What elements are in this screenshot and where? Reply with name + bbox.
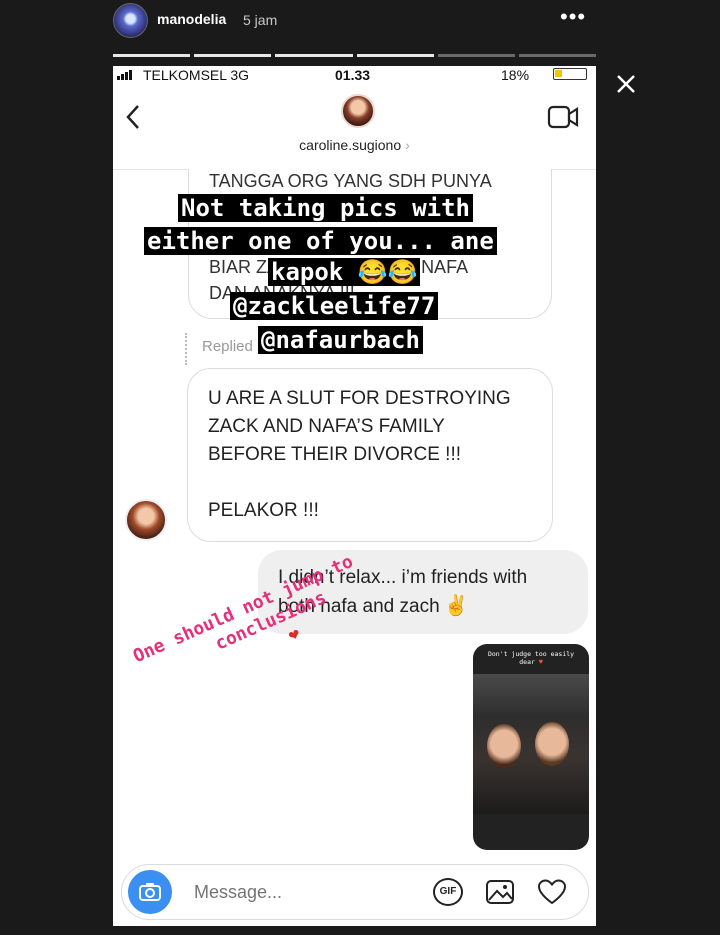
chat-avatar[interactable] (341, 94, 375, 128)
shared-story-thumbnail[interactable]: Don't judge too easily dear ♥ (473, 644, 589, 850)
reply-indicator (185, 333, 189, 365)
laughing-emoji-icon: 😂😂 (357, 258, 418, 286)
battery-icon (553, 68, 587, 80)
shared-story-photo (473, 674, 589, 814)
chat-header: caroline.sugiono › (113, 84, 596, 170)
status-bar: TELKOMSEL 3G 01.33 18% (113, 66, 596, 84)
story-progress-bar (113, 54, 597, 57)
replied-label: Replied (202, 338, 253, 355)
progress-segment (356, 54, 434, 57)
back-arrow-icon[interactable] (123, 102, 143, 132)
person-photo (535, 722, 569, 766)
camera-icon (139, 883, 161, 901)
shared-caption-text: Don't judge too easily dear (487, 650, 575, 666)
overlay-text-line: either one of you... ane (144, 227, 497, 255)
story-avatar[interactable] (113, 3, 148, 38)
progress-segment (518, 54, 597, 57)
heart-icon[interactable] (537, 878, 567, 906)
message-line (208, 469, 532, 497)
message-line: PELAKOR !!! (208, 500, 319, 521)
message-line: BEFORE THEIR DIVORCE !!! (208, 444, 462, 465)
overlay-text-line: Not taking pics with (178, 194, 473, 222)
carrier-label: TELKOMSEL 3G (143, 67, 250, 83)
more-dots-icon[interactable]: ••• (560, 6, 586, 32)
overlay-text: kapok (271, 258, 344, 286)
chevron-right-icon: › (405, 137, 410, 153)
message-line: ZACK AND NAFA’S FAMILY (208, 416, 445, 437)
person-photo (487, 724, 521, 768)
overlay-text-line: kapok 😂😂 (268, 258, 421, 286)
message-composer: GIF (121, 864, 589, 920)
close-icon[interactable] (612, 70, 640, 98)
status-time: 01.33 (335, 67, 371, 83)
story-header: manodelia 5 jam ••• (0, 0, 720, 70)
video-call-icon[interactable] (547, 104, 579, 130)
heart-icon: ♥ (538, 658, 543, 666)
battery-percent: 18% (501, 67, 530, 83)
message-input[interactable] (192, 881, 416, 904)
signal-icon (117, 70, 132, 80)
story-time-ago: 5 jam (243, 12, 278, 28)
received-message[interactable]: U ARE A SLUT FOR DESTROYING ZACK AND NAF… (187, 368, 553, 542)
camera-button[interactable] (128, 870, 172, 914)
mention-nafaurbach[interactable]: @nafaurbach (258, 326, 423, 354)
quoted-line: TANGGA ORG YANG SDH PUNYA (209, 171, 492, 191)
gif-icon[interactable]: GIF (433, 878, 463, 906)
progress-segment (275, 54, 353, 57)
shared-story-caption: Don't judge too easily dear ♥ (479, 650, 583, 666)
chat-username-text: caroline.sugiono (299, 137, 402, 153)
progress-segment (113, 54, 191, 57)
chat-username[interactable]: caroline.sugiono › (113, 137, 596, 153)
peace-emoji-icon: ✌ (443, 595, 469, 617)
progress-segment (194, 54, 272, 57)
story-username[interactable]: manodelia (157, 11, 226, 27)
gallery-icon[interactable] (485, 878, 515, 906)
sender-avatar[interactable] (125, 499, 167, 541)
message-line: U ARE A SLUT FOR DESTROYING (208, 388, 511, 409)
mention-zackleelife77[interactable]: @zackleelife77 (230, 292, 439, 320)
progress-segment (437, 54, 515, 57)
